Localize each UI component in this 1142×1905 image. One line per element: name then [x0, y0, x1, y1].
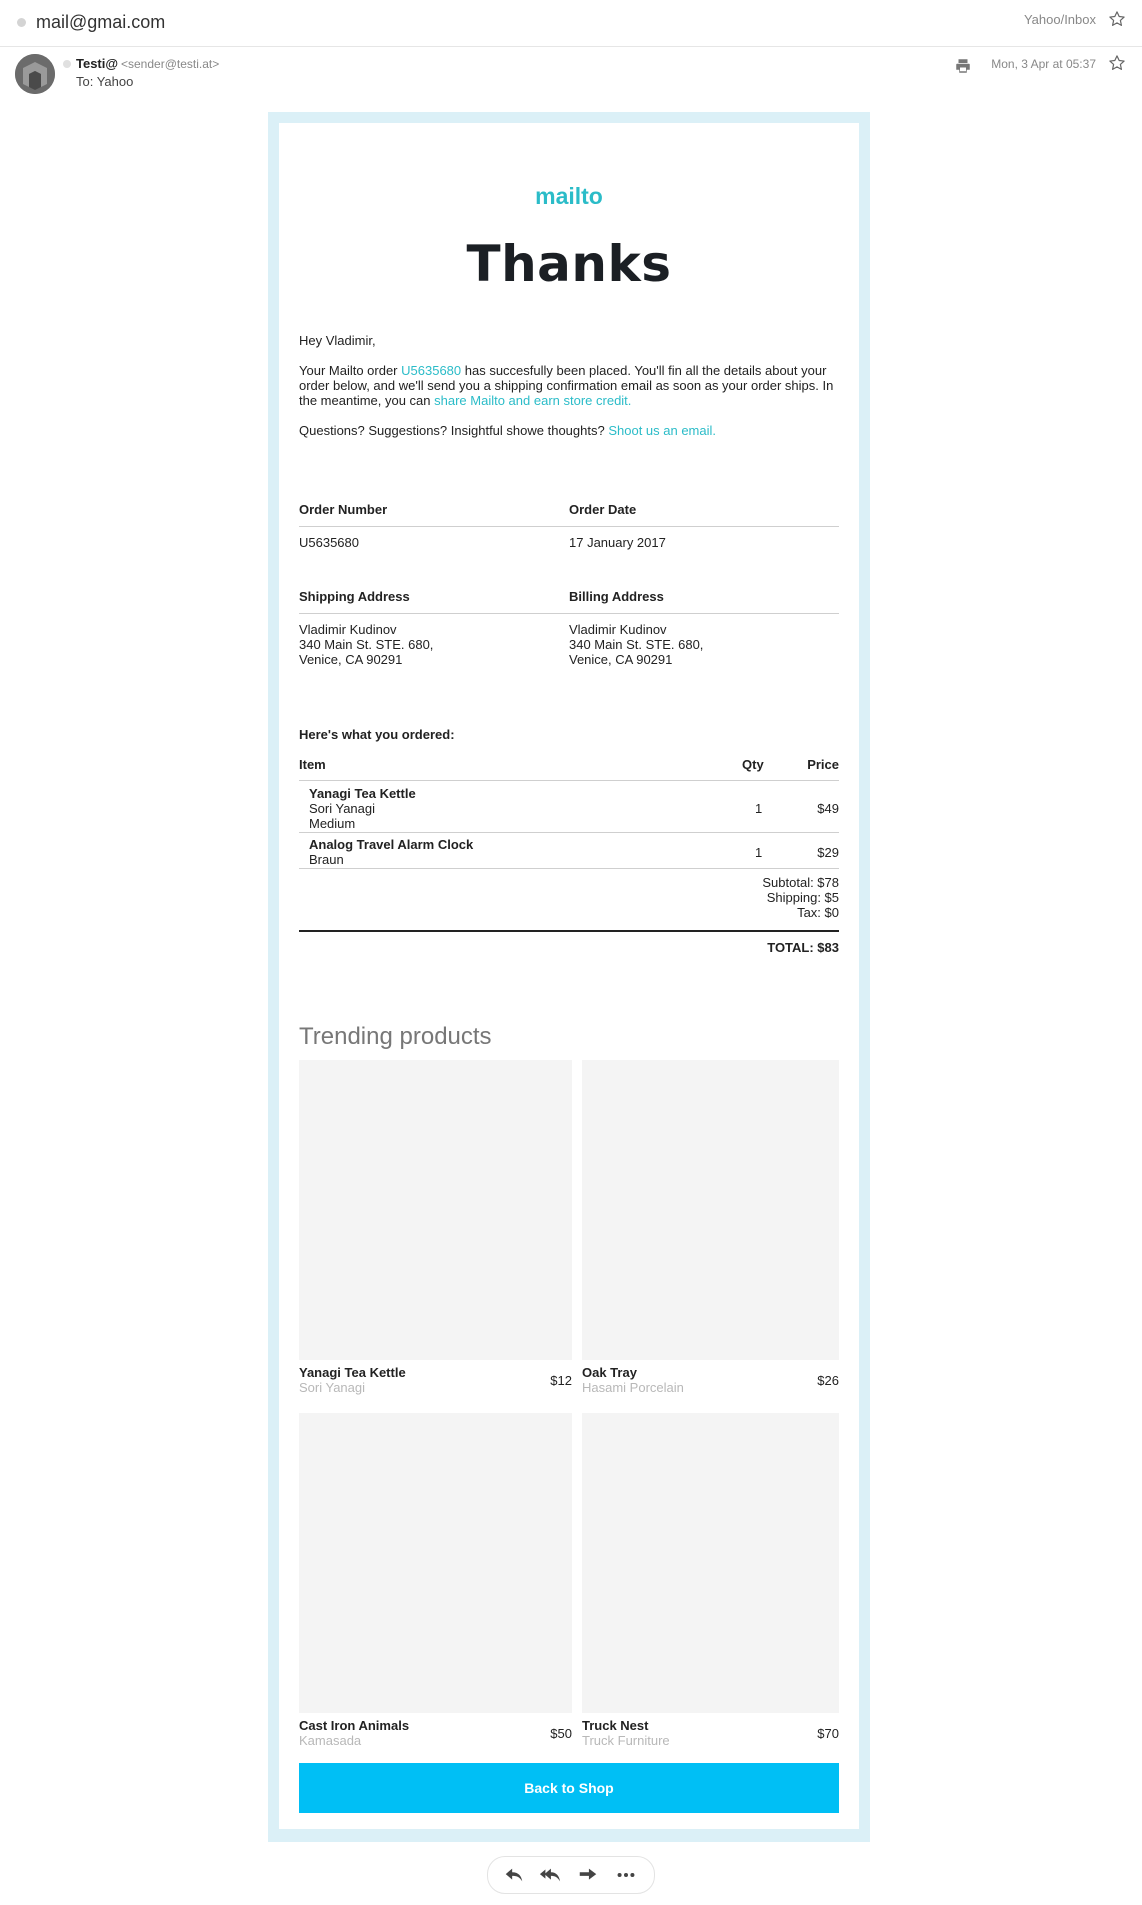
- folder-path[interactable]: Yahoo/Inbox: [1024, 12, 1096, 27]
- order-number-label: Order Number: [299, 502, 388, 517]
- sender-name[interactable]: Testi@: [76, 56, 118, 71]
- shipping-address: Vladimir Kudinov 340 Main St. STE. 680, …: [299, 622, 433, 667]
- email-card: mailto Thanks Hey Vladimir, Your Mailto …: [279, 123, 859, 1829]
- item-column-header: Item: [299, 757, 326, 772]
- star-icon[interactable]: [1108, 10, 1126, 28]
- status-dot-icon: [63, 60, 71, 68]
- order-date: 17 January 2017: [569, 535, 666, 550]
- message-actions-bar: [487, 1856, 655, 1894]
- sender-email: <sender@testi.at>: [121, 57, 220, 71]
- divider: [299, 832, 839, 833]
- shipping-address-label: Shipping Address: [299, 589, 410, 604]
- item-brand: Braun: [309, 852, 344, 867]
- product-image[interactable]: [582, 1413, 839, 1713]
- divider: [299, 526, 839, 527]
- item-qty: 1: [755, 845, 763, 860]
- intro-paragraph: Your Mailto order U5635680 has succesful…: [299, 363, 839, 408]
- star-icon[interactable]: [1108, 54, 1126, 72]
- shipping-line2: Venice, CA 90291: [299, 652, 403, 667]
- more-icon[interactable]: [614, 1864, 638, 1886]
- trending-title: Trending products: [299, 1023, 492, 1050]
- mail-header-bar: mail@gmai.com Yahoo/Inbox: [0, 0, 1142, 47]
- email-frame: mailto Thanks Hey Vladimir, Your Mailto …: [268, 112, 870, 1842]
- forward-icon[interactable]: [576, 1864, 600, 1886]
- divider: [299, 613, 839, 614]
- tax: Tax: $0: [797, 905, 839, 920]
- reply-icon[interactable]: [502, 1864, 526, 1886]
- order-number: U5635680: [299, 535, 359, 550]
- reply-all-icon[interactable]: [538, 1864, 562, 1886]
- item-qty: 1: [755, 801, 763, 816]
- item-variant: Medium: [309, 816, 356, 831]
- product-name[interactable]: Cast Iron Animals: [299, 1718, 409, 1733]
- product-image[interactable]: [299, 1413, 572, 1713]
- page-title: Thanks: [466, 235, 672, 293]
- questions-text: Questions? Suggestions? Insightful showe…: [299, 423, 609, 438]
- product-name[interactable]: Oak Tray: [582, 1365, 637, 1380]
- avatar-logo-icon: [15, 54, 55, 94]
- product-price: $50: [550, 1726, 572, 1741]
- item-details: Analog Travel Alarm Clock Braun: [309, 837, 473, 867]
- share-link[interactable]: share Mailto and earn store credit.: [434, 393, 631, 408]
- product-image[interactable]: [582, 1060, 839, 1360]
- divider: [299, 868, 839, 869]
- received-date: Mon, 3 Apr at 05:37: [991, 57, 1096, 71]
- product-brand: Kamasada: [299, 1733, 362, 1748]
- product-brand: Hasami Porcelain: [582, 1380, 684, 1395]
- shipping-line1: 340 Main St. STE. 680,: [299, 637, 434, 652]
- product-price: $12: [550, 1373, 572, 1388]
- avatar[interactable]: [15, 54, 55, 94]
- back-to-shop-button[interactable]: Back to Shop: [299, 1763, 839, 1813]
- item-price: $49: [817, 801, 839, 816]
- subtotal: Subtotal: $78: [762, 875, 839, 890]
- order-link[interactable]: U5635680: [401, 363, 461, 378]
- product-brand: Truck Furniture: [582, 1733, 670, 1748]
- item-name: Yanagi Tea Kettle: [309, 786, 416, 801]
- order-summary: Subtotal: $78 Shipping: $5 Tax: $0: [639, 875, 839, 920]
- order-total: TOTAL: $83: [767, 940, 839, 955]
- account-address: mail@gmai.com: [36, 12, 166, 32]
- recipient: To: Yahoo: [76, 74, 134, 89]
- product-name[interactable]: Truck Nest: [582, 1718, 648, 1733]
- divider: [299, 780, 839, 781]
- product-price: $26: [817, 1373, 839, 1388]
- billing-line2: Venice, CA 90291: [569, 652, 673, 667]
- sender-row: Testi@ <sender@testi.at> To: Yahoo Mon, …: [0, 52, 1142, 98]
- brand-logo[interactable]: mailto: [299, 183, 839, 210]
- item-brand: Sori Yanagi: [309, 801, 376, 816]
- product-price: $70: [817, 1726, 839, 1741]
- billing-address: Vladimir Kudinov 340 Main St. STE. 680, …: [569, 622, 703, 667]
- total-divider: [299, 930, 839, 932]
- intro-text-1: Your Mailto order: [299, 363, 402, 378]
- billing-address-label: Billing Address: [569, 589, 664, 604]
- product-image[interactable]: [299, 1060, 572, 1360]
- contact-link[interactable]: Shoot us an email.: [608, 423, 716, 438]
- shipping-name: Vladimir Kudinov: [299, 622, 397, 637]
- product-name[interactable]: Yanagi Tea Kettle: [299, 1365, 406, 1380]
- product-brand: Sori Yanagi: [299, 1380, 366, 1395]
- item-details: Yanagi Tea Kettle Sori Yanagi Medium: [309, 786, 416, 831]
- print-icon[interactable]: [954, 57, 972, 75]
- greeting: Hey Vladimir,: [299, 333, 376, 348]
- qty-column-header: Qty: [742, 757, 764, 772]
- billing-name: Vladimir Kudinov: [569, 622, 667, 637]
- billing-line1: 340 Main St. STE. 680,: [569, 637, 704, 652]
- item-name: Analog Travel Alarm Clock: [309, 837, 474, 852]
- shipping-cost: Shipping: $5: [766, 890, 839, 905]
- ordered-heading: Here's what you ordered:: [299, 727, 455, 742]
- price-column-header: Price: [807, 757, 839, 772]
- order-date-label: Order Date: [569, 502, 637, 517]
- questions-paragraph: Questions? Suggestions? Insightful showe…: [299, 423, 839, 438]
- item-price: $29: [817, 845, 839, 860]
- unread-dot-icon: [17, 18, 26, 27]
